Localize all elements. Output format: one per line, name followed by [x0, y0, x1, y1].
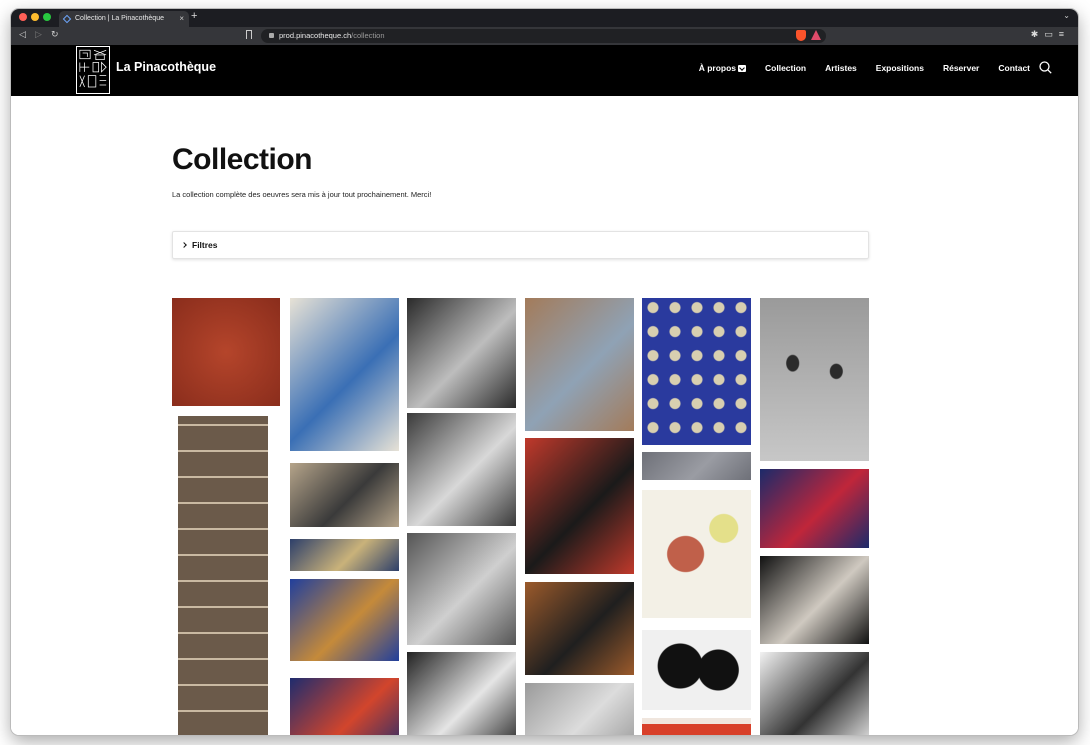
nav-item-label: À propos	[698, 63, 737, 73]
help-abstract-painting[interactable]	[290, 298, 399, 451]
nav-item-expositions[interactable]: Expositions	[876, 63, 924, 73]
nav-item-contact[interactable]: Contact	[998, 63, 1030, 73]
boxed-animal-assemblage[interactable]	[290, 463, 399, 527]
brave-rewards-icon[interactable]	[811, 30, 821, 40]
url-path: /collection	[351, 31, 385, 40]
lock-icon	[269, 33, 274, 38]
brave-shield-icon[interactable]	[796, 30, 806, 41]
address-toolbar: ◁ ▷ ↻ prod.pinacotheque.ch/collection ✱▭…	[11, 27, 1078, 45]
chevron-right-icon	[181, 242, 187, 248]
red-textile-artwork[interactable]	[172, 298, 280, 406]
site-logo[interactable]	[76, 46, 110, 94]
bw-waterfall-photo[interactable]	[407, 652, 516, 735]
dark-landscape-photo[interactable]	[760, 556, 869, 644]
narrow-blue-panel[interactable]	[290, 539, 399, 571]
extensions-icon[interactable]: ✱▭≡	[1031, 29, 1070, 40]
browser-tab[interactable]: Collection | La Pinacothèque ×	[59, 11, 189, 27]
new-tab-button[interactable]: +	[191, 10, 197, 22]
filters-toggle[interactable]: Filtres	[172, 231, 869, 259]
tab-list-chevron-icon[interactable]: ⌄	[1063, 11, 1070, 20]
forward-icon[interactable]: ▷	[35, 29, 42, 40]
tab-close-icon[interactable]: ×	[179, 11, 184, 27]
grey-strip-artwork[interactable]	[642, 452, 751, 480]
nav-item-artistes[interactable]: Artistes	[825, 63, 857, 73]
collage-column-artwork[interactable]	[178, 416, 268, 735]
blue-skull-pattern[interactable]	[642, 298, 751, 445]
nav-item-collection[interactable]: Collection	[765, 63, 806, 73]
chevron-down-icon[interactable]	[738, 64, 747, 72]
street-scene-painting[interactable]	[525, 298, 634, 431]
url-bar[interactable]: prod.pinacotheque.ch/collection	[261, 29, 826, 43]
blue-room-photo[interactable]	[760, 469, 869, 548]
ink-wash-artwork[interactable]	[760, 652, 869, 735]
bw-flooded-forest-photo[interactable]	[407, 413, 516, 526]
page-title: Collection	[172, 143, 313, 176]
nav-item-reserver[interactable]: Réserver	[943, 63, 979, 73]
browser-window: Collection | La Pinacothèque × + ⌄ ◁ ▷ ↻…	[11, 9, 1078, 735]
logo-glyphs-icon	[79, 49, 107, 88]
people-on-floor-photo[interactable]	[760, 298, 869, 461]
collection-intro: La collection complète des oeuvres sera …	[172, 190, 432, 199]
red-square-artwork[interactable]	[642, 718, 751, 735]
site-brand-name[interactable]: La Pinacothèque	[116, 60, 216, 74]
bird-drawing[interactable]	[642, 490, 751, 618]
filters-label: Filtres	[192, 240, 218, 250]
site-favicon-icon	[62, 14, 72, 24]
main-content: Collection La collection complète des oe…	[11, 96, 1078, 735]
site-header: La Pinacothèque À propos Collection Arti…	[11, 45, 1078, 96]
tab-bar: Collection | La Pinacothèque × + ⌄	[11, 9, 1078, 27]
bw-child-photo[interactable]	[407, 298, 516, 408]
tab-title: Collection | La Pinacothèque	[75, 15, 164, 22]
abstract-brown-painting[interactable]	[525, 582, 634, 675]
bookmark-icon[interactable]	[246, 30, 252, 39]
colorful-block-painting[interactable]	[290, 678, 399, 735]
bw-figures-drawing[interactable]	[642, 630, 751, 710]
cubist-city-painting[interactable]	[525, 438, 634, 574]
maximize-window-button[interactable]	[43, 13, 51, 21]
back-icon[interactable]: ◁	[19, 29, 26, 40]
bw-relief-carving-photo[interactable]	[407, 533, 516, 645]
search-icon[interactable]	[1039, 61, 1052, 74]
metal-sculpture-photo[interactable]	[525, 683, 634, 735]
reload-icon[interactable]: ↻	[51, 29, 59, 40]
blue-figure-painting[interactable]	[290, 579, 399, 661]
url-host: prod.pinacotheque.ch	[279, 31, 352, 40]
main-navigation: À propos Collection Artistes Expositions…	[680, 63, 1030, 73]
minimize-window-button[interactable]	[31, 13, 39, 21]
nav-item-a-propos[interactable]: À propos	[698, 63, 747, 73]
close-window-button[interactable]	[19, 13, 27, 21]
